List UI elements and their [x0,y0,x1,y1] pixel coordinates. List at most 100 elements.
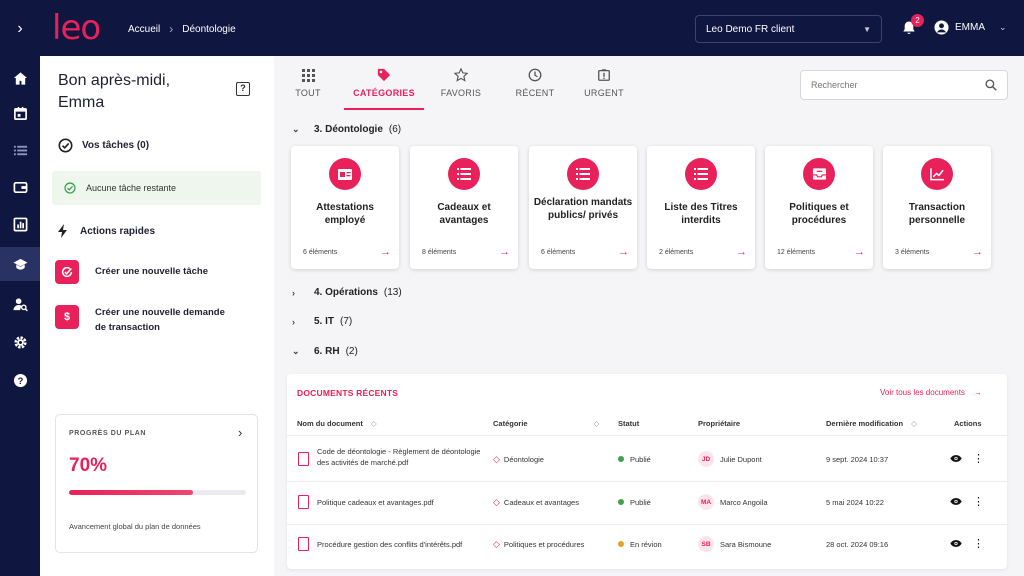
column-header[interactable]: Statut [618,419,639,428]
no-tasks-text: Aucune tâche restante [86,183,177,193]
report-icon[interactable] [0,207,40,241]
chevron-right-icon[interactable]: › [8,18,32,40]
eye-icon[interactable] [950,497,962,506]
arrow-right-icon[interactable]: → [618,246,629,258]
card-title: Attestations employé [316,202,374,226]
app-logo[interactable]: leo [52,8,101,48]
column-header: Actions [954,419,982,428]
view-all-label: Voir tous les documents [880,388,965,397]
tag-icon: ◇ [493,454,500,464]
category-text: Déontologie [503,455,544,464]
eye-icon[interactable] [950,539,962,548]
column-header[interactable]: Nom du document ◇ [297,419,377,428]
tab-tout[interactable]: TOUT [271,66,345,110]
plan-progress-track [69,490,246,495]
category-it[interactable]: › 5. IT (7) [292,316,352,327]
breadcrumb-home[interactable]: Accueil [128,24,160,35]
client-select[interactable]: Leo Demo FR client ▼ [695,15,882,43]
chevron-down-icon: ▼ [863,24,871,34]
plan-description: Avancement global du plan de données [69,522,201,531]
card-title: Politiques et procédures [789,202,849,226]
tab-urgent[interactable]: URGENT [567,66,641,110]
tab-favoris-label: FAVORIS [440,88,482,98]
card-count: 6 éléments [541,249,576,256]
tab-favoris[interactable]: FAVORIS [424,66,498,110]
category-card[interactable]: Liste des Titres interdits 2 éléments → [647,146,755,269]
user-menu[interactable]: EMMA ⌄ [934,20,1007,35]
document-status: En révion [618,539,662,550]
column-header[interactable]: Propriétaire [698,419,740,428]
owner-name: Sara Bismoune [720,539,772,549]
arrow-right-icon[interactable]: → [380,246,391,258]
more-icon[interactable]: ⋮ [973,537,984,550]
calendar-icon[interactable] [0,96,40,130]
card-count: 6 éléments [303,249,338,256]
category-rh[interactable]: ⌄ 6. RH (2) [292,346,358,357]
arrow-right-icon[interactable]: → [854,246,865,258]
category-card[interactable]: Transaction personnelle 3 éléments → [883,146,991,269]
owner-name: Julie Dupont [720,454,762,464]
column-label: Actions [954,419,982,428]
category-card[interactable]: Attestations employé 6 éléments → [291,146,399,269]
id-card-icon [329,158,361,190]
plan-progress-fill [69,490,193,495]
document-date: 9 sept. 2024 10:37 [826,455,889,464]
category-deontologie[interactable]: ⌄ 3. Déontologie (6) [292,124,401,135]
document-date: 5 mai 2024 10:22 [826,498,884,507]
graduation-cap-icon[interactable] [0,247,40,281]
tag-icon [344,66,424,84]
document-name[interactable]: Politique cadeaux et avantages.pdf [317,497,487,508]
divider [287,435,1007,436]
more-icon[interactable]: ⋮ [973,495,984,508]
column-header[interactable]: Catégorie ◇ [493,419,599,428]
user-search-icon[interactable] [0,287,40,321]
search-input[interactable] [811,80,971,90]
tab-urgent-label: URGENT [584,88,624,98]
view-all-documents-link[interactable]: Voir tous les documents → [880,388,982,397]
avatar-icon [934,20,949,35]
status-text: Publié [630,455,651,464]
question-icon[interactable]: ? [0,363,40,397]
help-icon[interactable]: ? [236,82,250,96]
eye-icon[interactable] [950,454,962,463]
create-transaction-label: Créer une nouvelle demande de transactio… [95,307,225,333]
category-card[interactable]: Politiques et procédures 12 éléments → [765,146,873,269]
document-name[interactable]: Procédure gestion des conflits d'intérêt… [317,539,487,550]
chevron-right-icon: › [292,316,295,327]
chevron-right-icon[interactable]: › [238,425,242,440]
list-icon[interactable] [0,133,40,167]
column-header[interactable]: Dernière modification ◇ [826,419,917,428]
chevron-down-icon: ⌄ [999,22,1007,32]
search-icon[interactable] [985,79,997,91]
plan-progress-card[interactable]: PROGRÈS DU PLAN › 70% Avancement global … [55,414,258,553]
avatar: SB [698,536,714,552]
create-task-action[interactable]: Créer une nouvelle tâche [55,260,208,284]
wallet-icon[interactable] [0,170,40,204]
left-panel: Bon après-midi, Emma ? Vos tâches (0) Au… [40,56,274,576]
card-title: Déclaration mandats publics/ privés [533,197,633,221]
chevron-down-icon: ⌄ [292,124,300,134]
tab-recent[interactable]: RÉCENT [498,66,572,110]
category-card[interactable]: Déclaration mandats publics/ privés 6 él… [529,146,637,269]
divider [287,481,1007,482]
search-box[interactable] [800,70,1008,100]
list-icon [448,158,480,190]
tasks-header[interactable]: Vos tâches (0) [58,138,149,153]
tab-categories[interactable]: CATÉGORIES [344,66,424,110]
arrow-right-icon[interactable]: → [736,246,747,258]
document-name[interactable]: Code de déontologie - Règlement de déont… [317,446,487,468]
create-transaction-action[interactable]: $ Créer une nouvelle demande de transact… [55,305,235,335]
create-task-label: Créer une nouvelle tâche [95,266,208,277]
home-icon[interactable] [0,61,40,95]
greeting-line: Bon après-midi, [58,72,171,89]
tag-icon: ◇ [493,539,500,549]
arrow-right-icon[interactable]: → [972,246,983,258]
plan-percent: 70% [69,455,108,476]
gear-icon[interactable] [0,325,40,359]
greeting: Bon après-midi, Emma [58,70,170,114]
more-icon[interactable]: ⋮ [973,452,984,465]
category-operations[interactable]: › 4. Opérations (13) [292,287,402,298]
greeting-name: Emma [58,94,105,111]
category-card[interactable]: Cadeaux et avantages 8 éléments → [410,146,518,269]
arrow-right-icon[interactable]: → [499,246,510,258]
